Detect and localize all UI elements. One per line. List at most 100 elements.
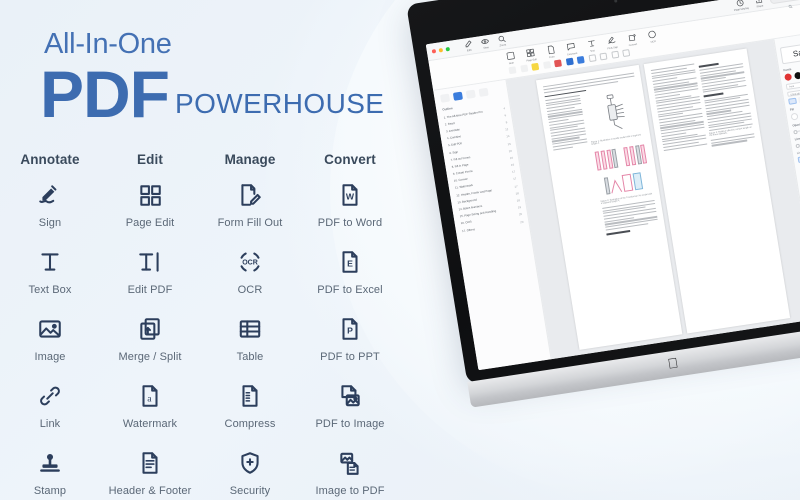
ribbon-shape-line[interactable] bbox=[610, 50, 619, 59]
feature-compress[interactable]: Compress bbox=[200, 377, 300, 435]
ribbon-chip-red[interactable] bbox=[553, 59, 562, 68]
ribbon-chip-3[interactable] bbox=[542, 61, 551, 70]
ribbon-tool-page-edit[interactable]: Page Edit bbox=[522, 47, 539, 63]
tab-thumbnails[interactable] bbox=[439, 93, 451, 103]
share-button[interactable]: Share bbox=[754, 0, 764, 9]
tab-search[interactable] bbox=[478, 87, 489, 97]
titlebar-tool-zoom-label: Zoom bbox=[499, 43, 507, 48]
outline-entry-page: 17 bbox=[511, 169, 516, 175]
feature-page-edit[interactable]: Page Edit bbox=[100, 176, 200, 234]
share-label: Share bbox=[756, 4, 764, 9]
feature-label: PDF to Word bbox=[317, 217, 383, 229]
document-pages[interactable]: Figure 1: Illustration of vanilla model … bbox=[506, 39, 800, 360]
ribbon-chip-1[interactable] bbox=[508, 66, 517, 75]
feature-pdf-to-ppt[interactable]: P PDF to PPT bbox=[300, 310, 400, 368]
column-heading-annotate: Annotate bbox=[20, 152, 80, 167]
outline-entry-page: 4 bbox=[503, 105, 506, 111]
outline-entry-page: 17 bbox=[514, 183, 518, 189]
promo-panel: All-In-One PDF POWERHOUSE Annotate Edit … bbox=[0, 0, 400, 500]
titlebar-tool-view[interactable]: View bbox=[480, 37, 490, 50]
app-workspace: Outline 1. The All-New PDF Reader Pro 4 2.… bbox=[433, 30, 800, 371]
doc-w-icon: W bbox=[335, 180, 365, 210]
feature-pdf-to-image[interactable]: PDF to Image bbox=[300, 377, 400, 435]
feature-image-to-pdf[interactable]: Image to PDF bbox=[300, 444, 400, 500]
fill-none-swatch[interactable] bbox=[790, 112, 799, 121]
highlight-yellow-chip[interactable] bbox=[531, 62, 540, 71]
ribbon-tool-ocr[interactable]: OCR bbox=[644, 28, 661, 44]
minimize-button[interactable] bbox=[438, 47, 444, 53]
outline-entry-page: 19 bbox=[517, 205, 522, 210]
feature-sign[interactable]: Sign bbox=[0, 176, 100, 234]
eye-icon bbox=[480, 37, 489, 46]
ribbon-shape-circle[interactable] bbox=[599, 52, 608, 61]
table-grid-icon bbox=[235, 314, 265, 344]
ribbon-tool-comment[interactable]: Comment bbox=[563, 41, 580, 57]
svg-text:a: a bbox=[147, 393, 152, 404]
ribbon-shape-arrow[interactable] bbox=[622, 49, 631, 58]
outline-entry-title: 6. Sign bbox=[449, 149, 459, 155]
tab-outline[interactable] bbox=[452, 91, 464, 101]
feature-table[interactable]: Table bbox=[200, 310, 300, 368]
ribbon-tool-form[interactable]: Form bbox=[542, 44, 559, 60]
svg-text:E: E bbox=[347, 258, 353, 268]
zoom-button[interactable] bbox=[445, 46, 451, 52]
feature-label: Table bbox=[236, 351, 264, 363]
feature-label: Header & Footer bbox=[108, 485, 192, 497]
feature-grid: Sign Page Edit Form Fill Out W PDF to Word Te… bbox=[0, 176, 400, 500]
feature-label: PDF to Image bbox=[315, 418, 385, 430]
ribbon-tool-note[interactable]: Note bbox=[502, 50, 519, 66]
feature-merge-split[interactable]: Merge / Split bbox=[100, 310, 200, 368]
outline-entry-title: 2. Read bbox=[444, 120, 455, 127]
font-color-swatch-2[interactable] bbox=[793, 71, 800, 80]
tab-annotations[interactable] bbox=[465, 89, 476, 99]
feature-pdf-to-excel[interactable]: E PDF to Excel bbox=[300, 243, 400, 301]
feature-pdf-to-word[interactable]: W PDF to Word bbox=[300, 176, 400, 234]
feature-link[interactable]: Link bbox=[0, 377, 100, 435]
titlebar-tool-zoom[interactable]: Zoom bbox=[497, 34, 507, 47]
outline-entry-page: 16 bbox=[509, 155, 514, 161]
outline-entry-page: 17 bbox=[512, 176, 517, 182]
column-heading-manage: Manage bbox=[224, 152, 276, 167]
font-color-swatch-1[interactable] bbox=[784, 73, 793, 82]
text-cursor-icon bbox=[135, 247, 165, 277]
feature-label: Merge / Split bbox=[118, 351, 182, 363]
titlebar-tool-edit[interactable]: Edit bbox=[464, 40, 474, 53]
feature-image[interactable]: Image bbox=[0, 310, 100, 368]
titlebar-tool-edit-label: Edit bbox=[466, 48, 472, 53]
feature-label: Text Box bbox=[28, 284, 72, 296]
feature-ocr[interactable]: OCR OCR bbox=[200, 243, 300, 301]
ribbon-tool-convert[interactable]: Convert bbox=[624, 31, 641, 47]
page-display-button[interactable]: Page Display bbox=[732, 0, 749, 12]
feature-label: PDF to PPT bbox=[320, 351, 380, 363]
feature-stamp[interactable]: Stamp bbox=[0, 444, 100, 500]
ribbon-tool-fill-sign[interactable]: Fill & Sign bbox=[603, 35, 620, 51]
page-edit-icon bbox=[525, 47, 536, 58]
outline-entry-page: 9 bbox=[505, 120, 508, 125]
feature-text-box[interactable]: Text Box bbox=[0, 243, 100, 301]
column-heading-convert: Convert bbox=[324, 152, 376, 167]
close-button[interactable] bbox=[431, 49, 437, 54]
align-left-button[interactable] bbox=[788, 97, 797, 105]
doc-image-icon bbox=[335, 381, 365, 411]
feature-security[interactable]: Security bbox=[200, 444, 300, 500]
ribbon-tool-text[interactable]: Text bbox=[583, 38, 600, 54]
imac-body: Edit View Zoom Page Display Share Note P… bbox=[398, 0, 800, 408]
fill-sign-icon bbox=[606, 35, 617, 46]
column-heading-edit: Edit bbox=[137, 152, 163, 167]
titlebar-tool-view-label: View bbox=[483, 46, 490, 50]
ribbon-chip-active[interactable] bbox=[576, 55, 585, 64]
doc-a-icon: a bbox=[135, 381, 165, 411]
feature-form-fill-out[interactable]: Form Fill Out bbox=[200, 176, 300, 234]
ribbon-chip-2[interactable] bbox=[519, 64, 528, 73]
outline-entry-page: 16 bbox=[510, 162, 515, 168]
monitor-screen: Edit View Zoom Page Display Share Note P… bbox=[425, 0, 800, 371]
feature-edit-pdf[interactable]: Edit PDF bbox=[100, 243, 200, 301]
feature-watermark[interactable]: a Watermark bbox=[100, 377, 200, 435]
compress-doc-icon bbox=[235, 381, 265, 411]
doc-lines-icon bbox=[135, 448, 165, 478]
feature-header-footer[interactable]: Header & Footer bbox=[100, 444, 200, 500]
ribbon-chip-blue[interactable] bbox=[565, 57, 574, 66]
pen-signature-icon bbox=[35, 180, 65, 210]
search-input[interactable]: Search bbox=[769, 0, 800, 9]
ribbon-shape-square[interactable] bbox=[588, 54, 597, 63]
